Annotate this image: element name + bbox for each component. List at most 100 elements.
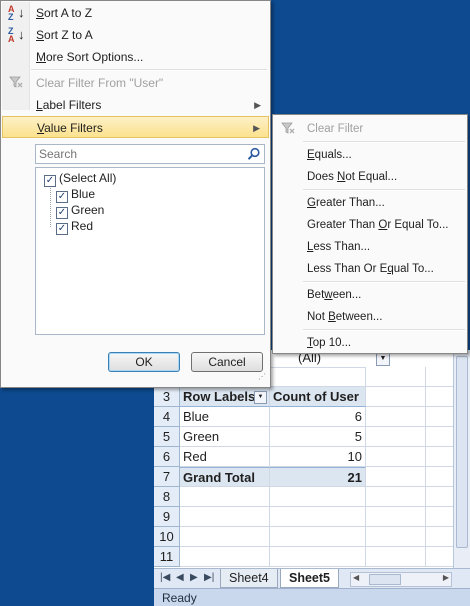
equals-item[interactable]: Equals... [274, 144, 466, 166]
between-item[interactable]: Between... [274, 284, 466, 306]
grid-cell[interactable] [426, 447, 454, 467]
grid-cell[interactable] [180, 487, 270, 507]
greater-than-item[interactable]: Greater Than... [274, 192, 466, 214]
between-label: een... [332, 289, 362, 301]
less-or-equal-item[interactable]: Less Than Or Equal To... [274, 258, 466, 280]
grid-cell[interactable] [426, 507, 454, 527]
grid-cell[interactable] [270, 527, 366, 547]
grid-cell[interactable] [270, 487, 366, 507]
label-filters-item[interactable]: Label Filters ▶ [2, 94, 269, 116]
row-header[interactable]: 7 [154, 467, 180, 487]
row-header[interactable]: 11 [154, 547, 180, 567]
pivot-row-label[interactable]: Red [180, 447, 270, 467]
row-header[interactable]: 4 [154, 407, 180, 427]
grid-cell[interactable] [366, 487, 426, 507]
grid-cell[interactable] [366, 407, 426, 427]
grid-cell[interactable] [366, 467, 426, 487]
grid-cell[interactable] [426, 547, 454, 567]
clear-filter-item: Clear Filter From "User" [2, 72, 269, 94]
scroll-left-icon[interactable]: ◀ [353, 573, 359, 582]
hscroll-thumb[interactable] [369, 574, 401, 585]
grid-cell[interactable] [180, 527, 270, 547]
not-between-item[interactable]: Not Between... [274, 306, 466, 328]
grid-cell[interactable] [426, 427, 454, 447]
grid-cell[interactable] [366, 527, 426, 547]
grid-cell[interactable] [426, 527, 454, 547]
menu-separator [303, 141, 465, 143]
grid-cell[interactable] [426, 487, 454, 507]
grid-cell[interactable] [180, 547, 270, 567]
list-item-select-all[interactable]: ✓ (Select All) [44, 170, 116, 187]
sort-ascending-icon: A Z ↓ [8, 4, 25, 22]
list-item[interactable]: ✓ Blue [56, 186, 95, 203]
row-labels-filter-icon[interactable]: ▼ [254, 391, 267, 404]
pivot-header-row-labels[interactable]: Row Labels ▼ [180, 387, 270, 407]
search-icon[interactable] [247, 147, 261, 161]
pivot-header-count[interactable]: Count of User [270, 387, 366, 407]
grand-total-label[interactable]: Grand Total [180, 467, 270, 487]
grid-cell[interactable] [366, 507, 426, 527]
grid-cell[interactable] [270, 367, 366, 387]
menu-separator [31, 69, 267, 71]
row-header[interactable]: 5 [154, 427, 180, 447]
grid-cell[interactable] [366, 387, 426, 407]
scroll-right-icon[interactable]: ▶ [443, 573, 449, 582]
does-not-equal-item[interactable]: Does Not Equal... [274, 166, 466, 188]
filter-dropdown-icon[interactable]: ▼ [376, 352, 390, 366]
pivot-row-label[interactable]: Green [180, 427, 270, 447]
row-header[interactable]: 9 [154, 507, 180, 527]
search-input[interactable] [36, 145, 242, 163]
grid-cell[interactable] [426, 407, 454, 427]
submenu-arrow-icon: ▶ [253, 123, 260, 133]
grid-cell[interactable] [366, 547, 426, 567]
sort-a-to-z-item[interactable]: A Z ↓ Sort A to Z [2, 2, 269, 24]
scroll-thumb[interactable] [456, 356, 468, 548]
ok-button[interactable]: OK [108, 352, 180, 372]
value-filters-submenu: Clear Filter Equals... Does Not Equal...… [272, 114, 468, 354]
search-box[interactable] [35, 144, 265, 164]
pivot-row-value[interactable]: 5 [270, 427, 366, 447]
grid-cell[interactable] [366, 427, 426, 447]
greater-label: reater Than... [315, 197, 385, 209]
pivot-row-value[interactable]: 10 [270, 447, 366, 467]
value-filters-item[interactable]: Value Filters ▶ [2, 116, 269, 138]
grid-cell[interactable] [270, 547, 366, 567]
top10-label: op 10... [312, 337, 352, 349]
list-item[interactable]: ✓ Green [56, 202, 104, 219]
tab-sheet4[interactable]: Sheet4 [220, 569, 278, 588]
prev-sheet-icon[interactable]: ◀ [176, 572, 184, 583]
list-item-label: Red [71, 219, 94, 233]
clear-filter-label: Clear Filter From "User" [36, 76, 164, 90]
more-sort-options-item[interactable]: More Sort Options... [2, 46, 269, 68]
horizontal-scrollbar[interactable]: ◀ ▶ [350, 572, 452, 587]
grid-cell[interactable] [426, 467, 454, 487]
top-10-item[interactable]: Top 10... [274, 332, 466, 354]
pivot-row-label[interactable]: Blue [180, 407, 270, 427]
row-header[interactable]: 8 [154, 487, 180, 507]
row-header[interactable]: 10 [154, 527, 180, 547]
tab-sheet5[interactable]: Sheet5 [280, 569, 339, 588]
grid-cell[interactable] [366, 367, 426, 387]
filter-value-list[interactable]: ✓ (Select All) ✓ Blue ✓ Green ✓ Red [35, 167, 265, 335]
grid-cell[interactable] [180, 507, 270, 527]
greater-or-equal-item[interactable]: Greater Than Or Equal To... [274, 214, 466, 236]
row-header[interactable]: 6 [154, 447, 180, 467]
list-item[interactable]: ✓ Red [56, 218, 94, 235]
sort-z-to-a-item[interactable]: Z A ↓ Sort Z to A [2, 24, 269, 46]
grid-cell[interactable] [366, 447, 426, 467]
pivot-row-value[interactable]: 6 [270, 407, 366, 427]
next-sheet-icon[interactable]: ▶ [190, 572, 198, 583]
checkbox-checked[interactable]: ✓ [44, 175, 56, 187]
grid-cell[interactable] [426, 387, 454, 407]
cancel-button[interactable]: Cancel [191, 352, 263, 372]
checkbox-checked[interactable]: ✓ [56, 223, 68, 235]
less-than-item[interactable]: Less Than... [274, 236, 466, 258]
last-sheet-icon[interactable]: ▶| [204, 572, 214, 583]
grid-cell[interactable] [270, 507, 366, 527]
row-header[interactable]: 3 [154, 387, 180, 407]
vertical-scrollbar[interactable] [453, 350, 470, 576]
first-sheet-icon[interactable]: |◀ [160, 572, 170, 583]
grid-cell[interactable] [426, 367, 454, 387]
resize-grip-icon[interactable]: ⋰ [258, 373, 267, 384]
grand-total-value[interactable]: 21 [270, 467, 366, 487]
